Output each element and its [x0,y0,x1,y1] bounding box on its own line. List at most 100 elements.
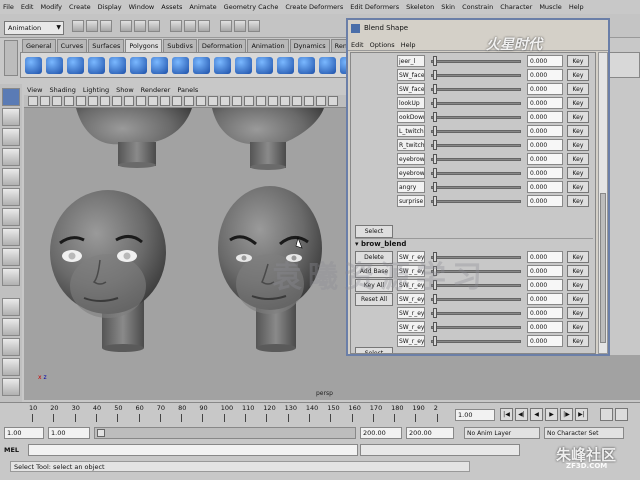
last-tool-icon[interactable] [2,268,20,286]
shelf-tab-surfaces[interactable]: Surfaces [88,39,125,52]
target-weight-field[interactable]: 0.000 [527,251,563,263]
select-object-icon[interactable] [134,20,146,32]
key-button[interactable]: Key [567,251,589,263]
target-weight-slider[interactable] [431,60,521,63]
viewport-toolbar-icon[interactable] [304,96,314,106]
single-perspective-layout-icon[interactable] [2,298,20,316]
extract-icon[interactable] [319,57,336,74]
poly-plane-icon[interactable] [109,57,126,74]
target-weight-field[interactable]: 0.000 [527,83,563,95]
target-weight-field[interactable]: 0.000 [527,167,563,179]
key-button[interactable]: Key [567,293,589,305]
new-scene-icon[interactable] [72,20,84,32]
menu-item-character[interactable]: Character [500,3,532,11]
select-button-upper[interactable]: Select [355,225,393,238]
blend-shape-scrollbar[interactable] [598,52,608,354]
target-weight-slider[interactable] [431,116,521,119]
command-input[interactable] [28,444,358,456]
poly-pipe-icon[interactable] [193,57,210,74]
viewport-toolbar-icon[interactable] [136,96,146,106]
viewport-toolbar-icon[interactable] [184,96,194,106]
lasso-tool-icon[interactable] [2,108,20,126]
slider-handle[interactable] [433,84,437,94]
rotate-tool-icon[interactable] [2,168,20,186]
slider-handle[interactable] [433,56,437,66]
menu-item-modify[interactable]: Modify [40,3,62,11]
target-weight-slider[interactable] [431,200,521,203]
anim-layer-dropdown[interactable]: No Anim Layer [464,427,540,439]
snap-curve-icon[interactable] [184,20,196,32]
viewport-right-area[interactable] [346,355,640,400]
viewport-toolbar-icon[interactable] [100,96,110,106]
key-button[interactable]: Key [567,167,589,179]
select-component-icon[interactable] [148,20,160,32]
target-weight-field[interactable]: 0.000 [527,139,563,151]
menu-item-geometry-cache[interactable]: Geometry Cache [224,3,279,11]
key-button[interactable]: Key [567,335,589,347]
chevron-down-icon[interactable]: ▼ [56,22,61,34]
viewport-toolbar-icon[interactable] [112,96,122,106]
target-weight-field[interactable]: 0.000 [527,307,563,319]
target-weight-field[interactable]: 0.000 [527,279,563,291]
target-weight-field[interactable]: 0.000 [527,335,563,347]
range-slider[interactable] [94,427,356,439]
persp-graph-layout-icon[interactable] [2,358,20,376]
blend-menu-edit[interactable]: Edit [351,41,364,49]
play-forward-icon[interactable]: ▶ [545,408,558,421]
step-back-key-icon[interactable]: ◀| [515,408,528,421]
poly-torus-icon[interactable] [130,57,147,74]
play-backward-icon[interactable]: ◀ [530,408,543,421]
viewport-toolbar-icon[interactable] [232,96,242,106]
persp-outliner-layout-icon[interactable] [2,338,20,356]
menu-item-skeleton[interactable]: Skeleton [406,3,434,11]
target-weight-field[interactable]: 0.000 [527,195,563,207]
viewport-toolbar-icon[interactable] [244,96,254,106]
target-weight-field[interactable]: 0.000 [527,111,563,123]
shelf-menu-toggle[interactable] [4,40,18,76]
poly-cube-icon[interactable] [46,57,63,74]
base-head-model[interactable] [50,190,166,352]
snap-point-icon[interactable] [198,20,210,32]
poly-helix-icon[interactable] [214,57,231,74]
shelf-tab-general[interactable]: General [22,39,56,52]
target-weight-field[interactable]: 0.000 [527,55,563,67]
menu-item-create[interactable]: Create [69,3,91,11]
poly-sphere-icon[interactable] [25,57,42,74]
viewport-menu-renderer[interactable]: Renderer [141,86,171,94]
animation-end-field[interactable]: 200.00 [406,427,454,439]
viewport-menu-shading[interactable]: Shading [49,86,75,94]
target-weight-slider[interactable] [431,186,521,189]
key-button[interactable]: Key [567,181,589,193]
ipr-render-icon[interactable] [234,20,246,32]
slider-handle[interactable] [433,196,437,206]
key-button[interactable]: Key [567,97,589,109]
viewport-menu-show[interactable]: Show [116,86,134,94]
viewport-toolbar-icon[interactable] [160,96,170,106]
slider-handle[interactable] [433,112,437,122]
key-button[interactable]: Key [567,321,589,333]
menu-item-skin[interactable]: Skin [441,3,455,11]
blend-node-header[interactable]: ▾ brow_blend [355,238,593,249]
render-settings-icon[interactable] [248,20,260,32]
menu-item-window[interactable]: Window [129,3,155,11]
shelf-tab-subdivs[interactable]: Subdivs [163,39,197,52]
viewport-toolbar-icon[interactable] [124,96,134,106]
go-to-start-icon[interactable]: |◀ [500,408,513,421]
menu-item-animate[interactable]: Animate [189,3,216,11]
menu-item-edit[interactable]: Edit [21,3,34,11]
shelf-tab-deformation[interactable]: Deformation [197,39,247,52]
upper-right-head[interactable] [212,108,324,170]
key-button[interactable]: Key [567,139,589,151]
poly-platonic-icon[interactable] [256,57,273,74]
blend-menu-options[interactable]: Options [370,41,395,49]
blend-shape-titlebar[interactable]: Blend Shape [348,20,608,36]
poly-soccer-ball-icon[interactable] [235,57,252,74]
viewport-toolbar-icon[interactable] [220,96,230,106]
menu-item-create-deformers[interactable]: Create Deformers [285,3,343,11]
menu-item-muscle[interactable]: Muscle [539,3,562,11]
key-button[interactable]: Key [567,153,589,165]
menu-item-file[interactable]: File [3,3,14,11]
key-button[interactable]: Key [567,265,589,277]
scale-tool-icon[interactable] [2,188,20,206]
paint-select-tool-icon[interactable] [2,128,20,146]
